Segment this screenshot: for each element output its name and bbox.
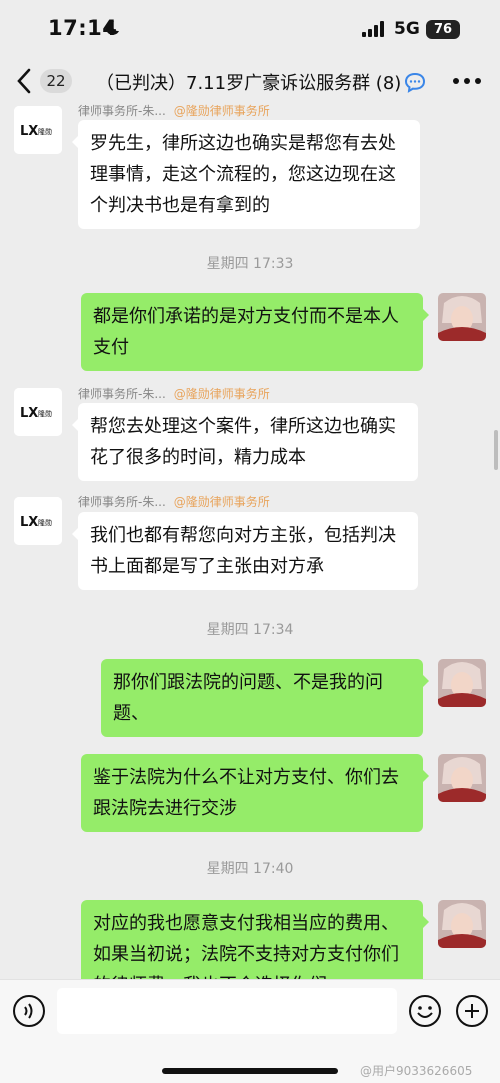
firm-avatar[interactable]: LX 隆勋 xyxy=(14,388,62,436)
svg-text:LX: LX xyxy=(20,406,38,421)
group-title: （已判决）7.11罗广豪诉讼服务群 (8) xyxy=(96,73,402,94)
sender-name: 律师事务所-朱... @隆勋律师事务所 xyxy=(78,104,270,118)
battery-indicator: 76 xyxy=(426,20,460,39)
moon-icon xyxy=(105,20,119,35)
message-bubble[interactable]: 帮您去处理这个案件，律所这边也确实花了很多的时间，精力成本 xyxy=(72,403,418,481)
message-bubble[interactable]: 我们也都有帮您向对方主张，包括判决书上面都是写了主张由对方承 xyxy=(72,512,418,590)
sender-name: 律师事务所-朱... @隆勋律师事务所 xyxy=(78,495,270,509)
scrollbar[interactable] xyxy=(494,430,498,470)
firm-avatar[interactable]: LX 隆勋 xyxy=(14,497,62,545)
svg-text:隆勋: 隆勋 xyxy=(38,409,52,418)
network-label: 5G xyxy=(394,19,420,39)
user-avatar[interactable] xyxy=(438,293,486,341)
home-indicator xyxy=(162,1068,338,1074)
sender-name: 律师事务所-朱... @隆勋律师事务所 xyxy=(78,387,270,401)
svg-text:隆勋: 隆勋 xyxy=(38,127,52,136)
signal-icon xyxy=(362,21,384,37)
chat-header: 22 （已判决）7.11罗广豪诉讼服务群 (8) xyxy=(0,58,500,104)
user-avatar[interactable] xyxy=(438,754,486,802)
message-bubble[interactable]: 鉴于法院为什么不让对方支付、你们去跟法院去进行交涉 xyxy=(81,754,429,832)
message-bubble[interactable]: 罗先生，律所这边也确实是帮您有去处理事情，走这个流程的，您这边现在这个判决书也是… xyxy=(72,120,420,229)
user-avatar[interactable] xyxy=(438,659,486,707)
emoji-icon[interactable] xyxy=(408,994,442,1028)
svg-text:LX: LX xyxy=(20,124,38,139)
message-bubble[interactable]: 都是你们承诺的是对方支付而不是本人支付 xyxy=(81,293,429,371)
voice-icon[interactable] xyxy=(12,994,46,1028)
back-icon[interactable] xyxy=(14,66,36,96)
status-bar: 17:14 5G 76 xyxy=(0,0,500,58)
timestamp: 星期四 17:34 xyxy=(206,622,294,638)
timestamp: 星期四 17:33 xyxy=(206,256,294,272)
svg-text:LX: LX xyxy=(20,515,38,530)
firm-avatar[interactable]: LX 隆勋 xyxy=(14,106,62,154)
plus-icon[interactable] xyxy=(455,994,489,1028)
user-avatar[interactable] xyxy=(438,900,486,948)
chat-bubble-icon xyxy=(404,72,426,93)
svg-text:隆勋: 隆勋 xyxy=(38,518,52,527)
unread-count-badge[interactable]: 22 xyxy=(40,69,72,93)
watermark: @用户9033626605 xyxy=(360,1064,473,1078)
more-icon[interactable] xyxy=(452,73,482,89)
message-bubble[interactable]: 那你们跟法院的问题、不是我的问题、 xyxy=(101,659,429,737)
message-input[interactable] xyxy=(57,988,397,1034)
timestamp: 星期四 17:40 xyxy=(206,861,294,877)
